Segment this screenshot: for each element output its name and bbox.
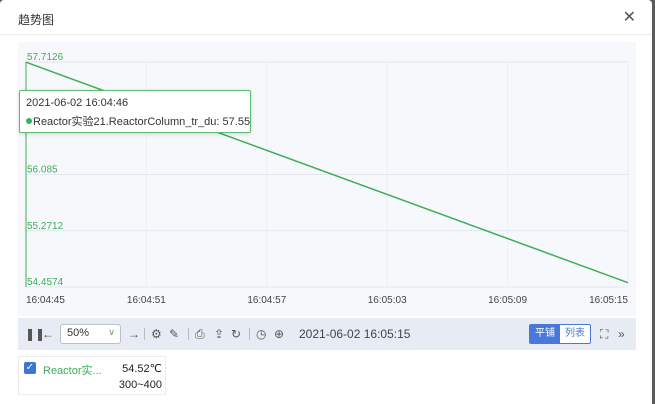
- trend-dialog: 趋势图 ✕ 57.7126 56.085 55.2712 54.4574 16:04:4…: [0, 0, 652, 404]
- y-tick-label: 57.7126: [27, 52, 64, 63]
- tooltip-series-line: Reactor实验21.ReactorColumn_tr_du: 57.55: [26, 113, 250, 129]
- toolbar-divider: [144, 328, 145, 340]
- double-chevron-right-icon[interactable]: »: [618, 327, 625, 341]
- y-tick-label: 56.085: [27, 165, 58, 176]
- chart-toolbar: ❚❚ ← 50% ∨ → ⚙ ✎ ⎙ ⇪ ↻ ◷ ⊕ 2021-06-02 16…: [18, 318, 636, 350]
- gear-icon[interactable]: ⚙: [151, 327, 162, 341]
- tooltip-time: 2021-06-02 16:04:46: [26, 97, 129, 109]
- x-tick-label: 16:04:45: [26, 295, 65, 306]
- series-dot-icon: [26, 118, 32, 124]
- legend-series-name: Reactor实...: [43, 365, 102, 377]
- pencil-icon[interactable]: ✎: [169, 327, 179, 341]
- arrow-left-icon[interactable]: ←: [42, 327, 54, 341]
- clock-icon[interactable]: ◷: [256, 327, 266, 341]
- zoom-select[interactable]: 50% ∨: [60, 324, 121, 344]
- x-tick-label: 16:05:15: [589, 295, 628, 306]
- x-tick-label: 16:05:09: [488, 295, 527, 306]
- tooltip-series-value: Reactor实验21.ReactorColumn_tr_du: 57.55: [33, 116, 251, 128]
- x-tick-label: 16:04:57: [247, 295, 286, 306]
- dialog-header: 趋势图 ✕: [0, 0, 652, 35]
- dialog-title: 趋势图: [18, 13, 55, 27]
- refresh-icon[interactable]: ↻: [231, 327, 241, 341]
- trend-chart[interactable]: 57.7126 56.085 55.2712 54.4574 16:04:45 16:04…: [18, 42, 636, 316]
- chart-tooltip: 2021-06-02 16:04:46 Reactor实验21.ReactorC…: [19, 90, 251, 133]
- legend-range: 300~400: [118, 379, 162, 391]
- y-tick-label: 55.2712: [27, 221, 64, 232]
- x-tick-label: 16:04:51: [127, 295, 166, 306]
- legend-item[interactable]: ✓ Reactor实... 54.52℃ 300~400: [18, 356, 166, 395]
- current-time: 2021-06-02 16:05:15: [299, 327, 411, 341]
- fullscreen-icon[interactable]: ⛶: [600, 327, 608, 341]
- y-tick-label: 54.4574: [27, 277, 64, 288]
- mode-list-button[interactable]: 列表: [560, 325, 590, 343]
- zoom-value: 50%: [67, 327, 90, 339]
- mode-tile-button[interactable]: 平铺: [530, 325, 560, 343]
- toolbar-divider: [188, 328, 189, 340]
- add-circle-icon[interactable]: ⊕: [274, 327, 284, 341]
- export-icon[interactable]: ⇪: [214, 327, 224, 341]
- chart-area[interactable]: 57.7126 56.085 55.2712 54.4574 16:04:45 16:04…: [18, 42, 636, 316]
- close-icon[interactable]: ✕: [623, 7, 636, 27]
- x-tick-label: 16:05:03: [368, 295, 407, 306]
- chevron-down-icon: ∨: [108, 327, 115, 337]
- toolbar-divider: [249, 328, 250, 340]
- legend-checkbox[interactable]: ✓: [24, 362, 36, 374]
- legend-value: 54.52℃: [122, 363, 162, 375]
- arrow-right-icon[interactable]: →: [128, 327, 140, 341]
- view-mode-toggle: 平铺 列表: [529, 324, 591, 344]
- print-icon[interactable]: ⎙: [195, 327, 205, 341]
